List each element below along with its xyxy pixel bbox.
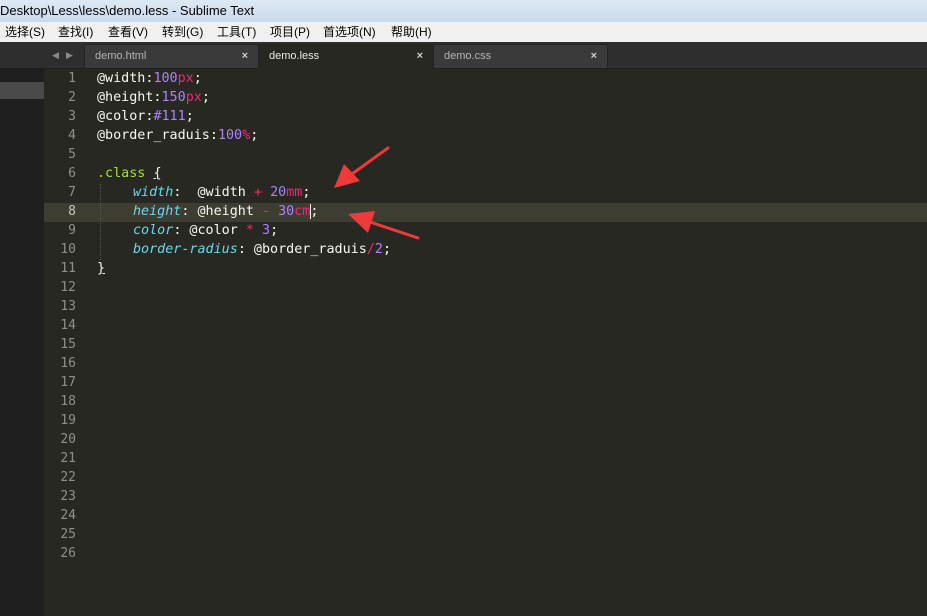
annotation-arrow-icon	[334, 146, 390, 188]
annotation-arrows	[334, 146, 420, 240]
arrow-head	[334, 164, 360, 188]
arrow-shaft	[368, 220, 420, 240]
annotation-arrow-icon	[348, 211, 420, 240]
arrow-head	[348, 211, 375, 233]
arrow-shaft	[350, 146, 390, 176]
